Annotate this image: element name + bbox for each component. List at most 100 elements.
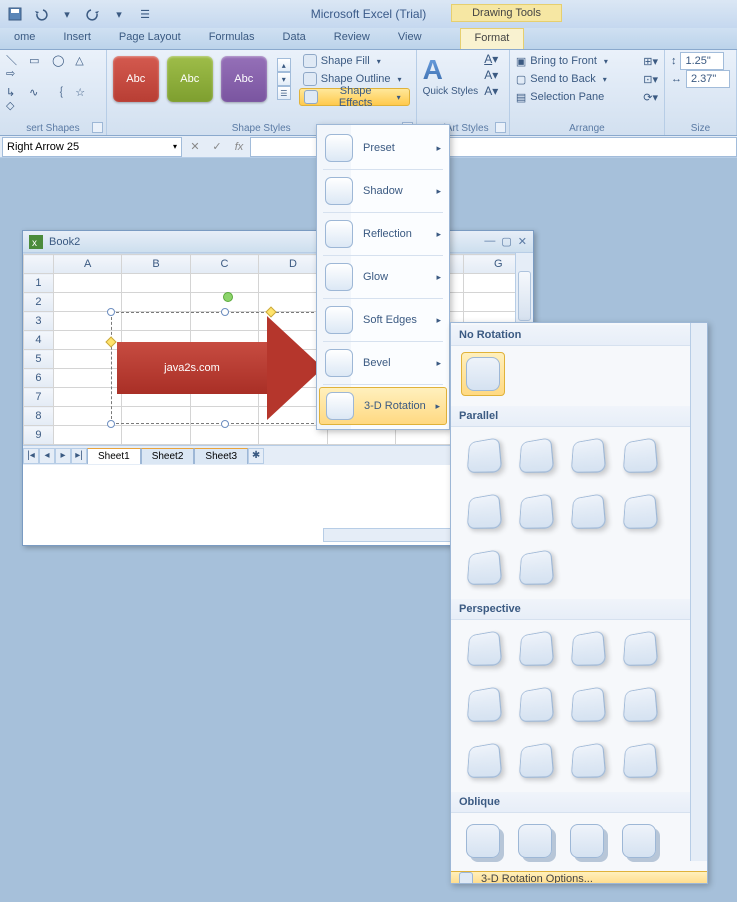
shape-fill-button[interactable]: Shape Fill ▾	[299, 52, 410, 70]
rotation-preset[interactable]	[461, 626, 505, 670]
arrow-icon[interactable]: ⇨	[6, 67, 22, 79]
text-effects-icon[interactable]: A▾	[484, 84, 498, 98]
star-icon[interactable]: ☆	[75, 86, 91, 98]
callout-icon[interactable]: ◇	[6, 99, 22, 111]
col-header[interactable]: C	[190, 255, 258, 274]
rotation-preset[interactable]	[617, 819, 661, 863]
width-field[interactable]: ↔ 2.37"	[671, 70, 730, 88]
rotation-preset[interactable]	[461, 489, 505, 533]
rotation-preset[interactable]	[617, 433, 661, 477]
align-icon[interactable]: ⊞▾	[643, 55, 658, 68]
style-sample-green[interactable]: Abc	[167, 56, 213, 102]
rotation-handle[interactable]	[223, 292, 233, 302]
row-header[interactable]: 7	[24, 388, 54, 407]
dialog-launcher-icon[interactable]	[495, 122, 506, 133]
quick-styles-label[interactable]: Quick Styles	[423, 86, 479, 97]
tab-nav-prev-icon[interactable]: ◂	[39, 448, 55, 464]
chevron-down-icon[interactable]: ▾	[173, 142, 177, 151]
sheet-tab[interactable]: Sheet3	[194, 448, 248, 464]
row-header[interactable]: 5	[24, 350, 54, 369]
rotation-preset[interactable]	[513, 738, 557, 782]
tab-data[interactable]: Data	[269, 28, 320, 49]
shape-style-gallery[interactable]: Abc Abc Abc ▴ ▾ ☰	[113, 56, 291, 102]
gallery-down-icon[interactable]: ▾	[277, 72, 291, 86]
new-sheet-icon[interactable]: ✱	[248, 448, 264, 464]
oval-icon[interactable]: ◯	[52, 54, 68, 66]
workbook-titlebar[interactable]: x Book2 — ▢ ✕	[23, 231, 533, 253]
tab-review[interactable]: Review	[320, 28, 384, 49]
name-box[interactable]: Right Arrow 25 ▾	[2, 137, 182, 157]
rotation-preset[interactable]	[565, 738, 609, 782]
menu-shadow[interactable]: Shadow ▸	[319, 172, 447, 210]
rotation-preset[interactable]	[513, 433, 557, 477]
rectangle-icon[interactable]: ▭	[29, 54, 45, 66]
shape-effects-button[interactable]: Shape Effects ▾	[299, 88, 410, 106]
sheet-tab[interactable]: Sheet1	[87, 448, 141, 464]
resize-handle[interactable]	[221, 420, 229, 428]
rotation-options-button[interactable]: 3-D Rotation Options...	[451, 871, 707, 884]
menu-bevel[interactable]: Bevel ▸	[319, 344, 447, 382]
row-header[interactable]: 4	[24, 331, 54, 350]
height-field[interactable]: ↕ 1.25"	[671, 52, 730, 70]
menu-reflection[interactable]: Reflection ▸	[319, 215, 447, 253]
selection-pane-button[interactable]: ▤ Selection Pane ⟳▾	[516, 88, 658, 106]
group-icon[interactable]: ⊡▾	[643, 73, 658, 86]
tab-view[interactable]: View	[384, 28, 436, 49]
col-header[interactable]: B	[122, 255, 190, 274]
close-icon[interactable]: ✕	[518, 235, 527, 248]
rotation-preset[interactable]	[461, 682, 505, 726]
fx-icon[interactable]: fx	[228, 137, 250, 157]
rotation-preset[interactable]	[565, 489, 609, 533]
row-header[interactable]: 8	[24, 407, 54, 426]
style-sample-purple[interactable]: Abc	[221, 56, 267, 102]
gallery-more-icon[interactable]: ☰	[277, 86, 291, 100]
rotation-preset-none[interactable]	[461, 352, 505, 396]
resize-handle[interactable]	[221, 308, 229, 316]
rotation-preset[interactable]	[461, 433, 505, 477]
tab-nav-first-icon[interactable]: |◂	[23, 448, 39, 464]
send-to-back-button[interactable]: ▢ Send to Back▾ ⊡▾	[516, 70, 658, 88]
select-all-corner[interactable]	[24, 255, 54, 274]
menu-soft-edges[interactable]: Soft Edges ▸	[319, 301, 447, 339]
brace-icon[interactable]: ｛	[52, 84, 68, 96]
rotation-preset[interactable]	[565, 433, 609, 477]
rotation-preset[interactable]	[461, 819, 505, 863]
tab-insert[interactable]: Insert	[49, 28, 105, 49]
quick-styles-icon[interactable]: A	[423, 54, 479, 86]
line-icon[interactable]: ＼	[6, 52, 22, 64]
connector-icon[interactable]: ↳	[6, 86, 22, 98]
triangle-icon[interactable]: △	[75, 54, 91, 66]
rotation-preset[interactable]	[565, 682, 609, 726]
minimize-icon[interactable]: —	[484, 235, 495, 248]
text-fill-icon[interactable]: A▾	[484, 52, 498, 66]
bring-to-front-button[interactable]: ▣ Bring to Front▾ ⊞▾	[516, 52, 658, 70]
restore-icon[interactable]: ▢	[501, 235, 511, 248]
menu-preset[interactable]: Preset ▸	[319, 129, 447, 167]
tab-home[interactable]: ome	[0, 28, 49, 49]
rotation-preset[interactable]	[513, 819, 557, 863]
rotation-preset[interactable]	[617, 738, 661, 782]
row-header[interactable]: 6	[24, 369, 54, 388]
sheet-tab[interactable]: Sheet2	[141, 448, 195, 464]
col-header[interactable]: A	[53, 255, 121, 274]
dialog-launcher-icon[interactable]	[92, 122, 103, 133]
style-sample-red[interactable]: Abc	[113, 56, 159, 102]
curve-icon[interactable]: ∿	[29, 86, 45, 98]
cancel-icon[interactable]: ✕	[184, 137, 206, 157]
gallery-up-icon[interactable]: ▴	[277, 58, 291, 72]
rotation-preset[interactable]	[565, 819, 609, 863]
tab-formulas[interactable]: Formulas	[195, 28, 269, 49]
rotate-icon[interactable]: ⟳▾	[643, 91, 658, 104]
tab-format[interactable]: Format	[460, 28, 525, 49]
enter-icon[interactable]: ✓	[206, 137, 228, 157]
rotation-preset[interactable]	[617, 682, 661, 726]
rotation-preset[interactable]	[565, 626, 609, 670]
rotation-preset[interactable]	[461, 738, 505, 782]
tab-nav-last-icon[interactable]: ▸|	[71, 448, 87, 464]
resize-handle[interactable]	[107, 308, 115, 316]
rotation-preset[interactable]	[513, 545, 557, 589]
row-header[interactable]: 2	[24, 293, 54, 312]
tab-nav-next-icon[interactable]: ▸	[55, 448, 71, 464]
rotation-preset[interactable]	[617, 489, 661, 533]
menu-glow[interactable]: Glow ▸	[319, 258, 447, 296]
